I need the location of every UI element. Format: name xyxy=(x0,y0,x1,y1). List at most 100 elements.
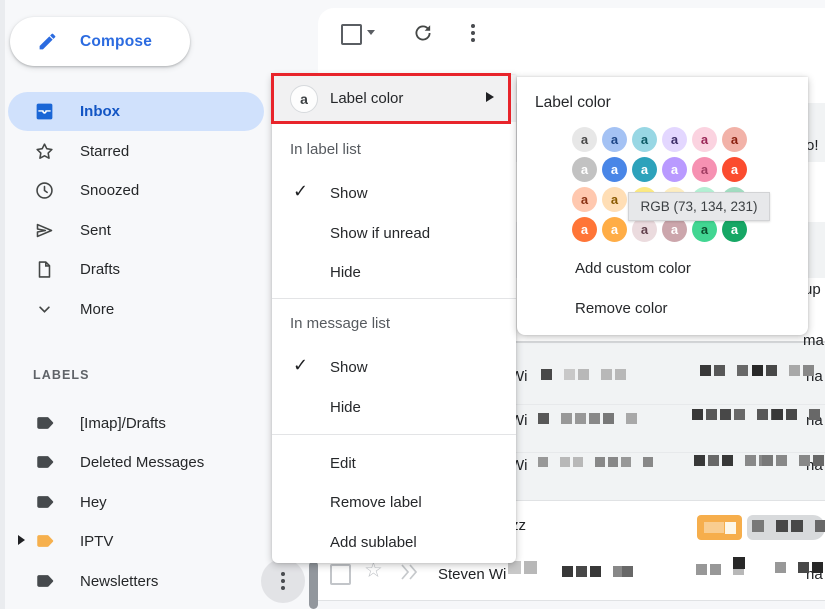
redacted-pixels xyxy=(538,457,653,467)
more-vertical-icon xyxy=(471,24,475,42)
nav-label: Inbox xyxy=(80,103,120,120)
sidebar-label-hey[interactable]: Hey xyxy=(0,482,266,522)
nav-label: Snoozed xyxy=(80,182,139,199)
color-swatch[interactable]: a xyxy=(662,127,687,152)
color-swatch[interactable]: a xyxy=(632,127,657,152)
expand-arrow-icon[interactable] xyxy=(18,535,25,545)
redacted-pixels xyxy=(562,566,624,577)
sidebar-label-newsletters[interactable]: Newsletters xyxy=(0,561,266,601)
menu-item-remove-color[interactable]: Remove color xyxy=(517,293,808,323)
nav-label: Starred xyxy=(80,143,129,160)
sidebar-item-inbox[interactable]: Inbox xyxy=(0,92,266,131)
submenu-arrow-icon xyxy=(486,92,494,102)
compose-button[interactable]: Compose xyxy=(10,17,190,66)
gmail-app: Compose Inbox Starred Snoozed Sent Drafts Mor… xyxy=(0,0,825,609)
redacted-pixels xyxy=(752,365,814,376)
sidebar-label-deleted-messages[interactable]: Deleted Messages xyxy=(0,442,266,482)
label-name: IPTV xyxy=(80,533,113,550)
bottom-strip xyxy=(318,601,825,609)
redacted-pixels xyxy=(762,455,824,466)
rgb-tooltip: RGB (73, 134, 231) xyxy=(628,192,770,221)
row-hairline xyxy=(516,452,825,453)
color-swatch[interactable]: a xyxy=(692,127,717,152)
label-color-swatch-icon: a xyxy=(290,85,318,113)
menu-item-label: Label color xyxy=(330,90,403,107)
labels-section-header: LABELS xyxy=(33,368,90,382)
redacted-pixels xyxy=(538,413,637,424)
menu-item-label-color[interactable]: a Label color xyxy=(272,75,516,122)
chip-redaction xyxy=(725,522,736,534)
tag-icon xyxy=(36,452,56,472)
redacted-pixels xyxy=(508,561,537,574)
menu-item-edit[interactable]: Edit xyxy=(272,443,516,483)
row-divider xyxy=(318,600,825,601)
sidebar-item-drafts[interactable]: Drafts xyxy=(0,250,266,289)
sidebar-label--imap-drafts[interactable]: [Imap]/Drafts xyxy=(0,403,266,443)
sidebar-scrollbar[interactable] xyxy=(309,561,318,609)
tag-icon xyxy=(36,492,56,512)
refresh-icon[interactable] xyxy=(412,22,434,44)
send-icon xyxy=(34,220,55,241)
nav-label: More xyxy=(80,301,114,318)
redacted-pixels xyxy=(541,369,626,380)
color-swatch[interactable]: a xyxy=(722,127,747,152)
menu-item-remove-label[interactable]: Remove label xyxy=(272,482,516,522)
redacted-pixels xyxy=(752,520,825,532)
color-swatch-grid: aaaaaaaaaaaaaaaaaaaaaaaa xyxy=(572,127,752,242)
select-caret-icon[interactable] xyxy=(367,30,375,35)
email-row-checkbox[interactable] xyxy=(330,564,351,585)
menu-item-show-if-unread[interactable]: Show if unread xyxy=(272,213,516,253)
sidebar-item-sent[interactable]: Sent xyxy=(0,211,266,250)
menu-divider xyxy=(272,298,516,299)
menu-section-header: In message list xyxy=(290,315,490,341)
menu-item-hide-message-list[interactable]: Hide xyxy=(272,387,516,427)
submenu-title: Label color xyxy=(535,94,611,112)
color-swatch[interactable]: a xyxy=(602,157,627,182)
more-vertical-icon xyxy=(281,572,285,590)
redacted-pixels xyxy=(733,557,745,569)
label-chip-orange[interactable] xyxy=(697,515,742,540)
menu-item-hide-label-list[interactable]: Hide xyxy=(272,252,516,292)
menu-item-show-message-list[interactable]: ✓ Show xyxy=(272,347,516,387)
color-swatch[interactable]: a xyxy=(572,187,597,212)
color-swatch[interactable]: a xyxy=(722,157,747,182)
label-name: [Imap]/Drafts xyxy=(80,415,166,432)
tag-icon xyxy=(36,531,56,551)
toolbar-more-icon[interactable] xyxy=(464,22,482,44)
checkmark-icon: ✓ xyxy=(293,181,308,202)
color-swatch[interactable]: a xyxy=(572,217,597,242)
color-swatch[interactable]: a xyxy=(692,157,717,182)
menu-item-show-label-list[interactable]: ✓ Show xyxy=(272,173,516,213)
select-all-checkbox[interactable] xyxy=(341,24,362,45)
menu-item-add-custom-color[interactable]: Add custom color xyxy=(517,253,808,283)
sender-fragment: Steven Wi xyxy=(438,566,506,583)
color-swatch[interactable]: a xyxy=(602,217,627,242)
label-context-menu: a Label color In label list ✓ Show Show … xyxy=(272,75,516,563)
row-hairline xyxy=(516,404,825,405)
color-swatch[interactable]: a xyxy=(662,157,687,182)
label-name: Hey xyxy=(80,494,107,511)
redacted-pixels xyxy=(694,455,770,466)
nav-label: Drafts xyxy=(80,261,120,278)
color-swatch[interactable]: a xyxy=(572,157,597,182)
draft-icon xyxy=(34,259,55,280)
tag-icon xyxy=(36,413,56,433)
important-marker-icon[interactable] xyxy=(398,562,422,582)
sidebar-item-more[interactable]: More xyxy=(0,290,266,329)
inbox-icon xyxy=(34,101,55,122)
checkmark-icon: ✓ xyxy=(293,355,308,376)
color-swatch[interactable]: a xyxy=(602,127,627,152)
color-swatch[interactable]: a xyxy=(632,157,657,182)
label-name: Newsletters xyxy=(80,573,158,590)
redacted-pixels xyxy=(775,562,823,573)
sidebar-item-snoozed[interactable]: Snoozed xyxy=(0,171,266,210)
label-options-button[interactable] xyxy=(261,559,305,603)
sidebar-item-starred[interactable]: Starred xyxy=(0,132,266,171)
menu-divider xyxy=(272,434,516,435)
color-swatch[interactable]: a xyxy=(602,187,627,212)
star-icon xyxy=(34,141,55,162)
sidebar-label-iptv[interactable]: IPTV xyxy=(0,521,266,561)
label-name: Deleted Messages xyxy=(80,454,204,471)
menu-item-add-sublabel[interactable]: Add sublabel xyxy=(272,522,516,562)
color-swatch[interactable]: a xyxy=(572,127,597,152)
